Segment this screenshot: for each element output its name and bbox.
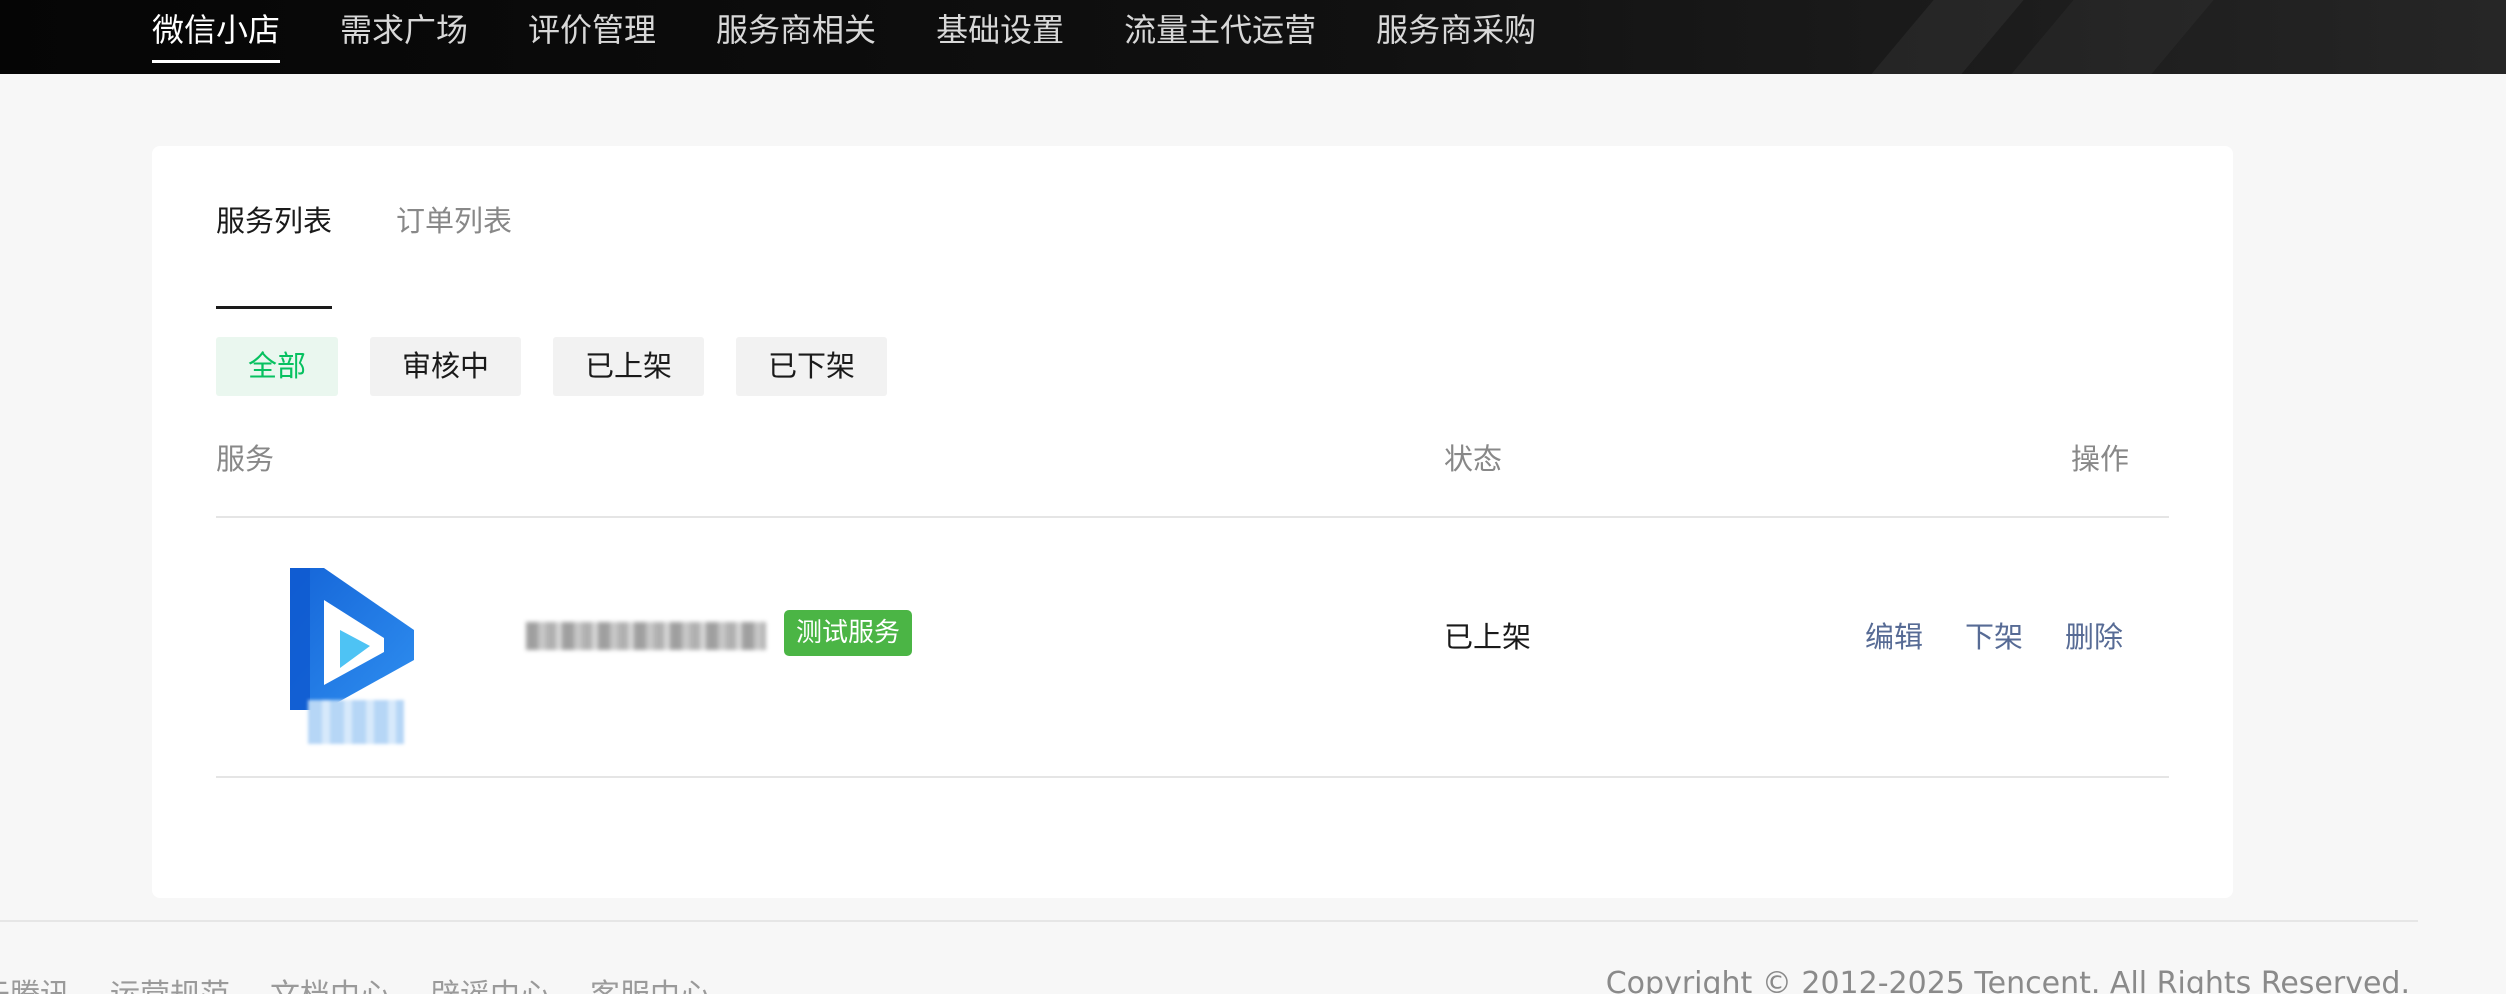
column-header-service: 服务 <box>216 442 275 476</box>
footer-link-operation-rules[interactable]: 运营规范 <box>110 970 230 994</box>
table-row: 测试服务 已上架 编辑 下架 删除 <box>216 518 2169 776</box>
delete-link[interactable]: 删除 <box>2065 614 2123 656</box>
service-logo-caption <box>308 700 404 744</box>
filter-unlisted[interactable]: 已下架 <box>736 337 888 396</box>
nav-item-provider-related[interactable]: 服务商相关 <box>716 0 876 74</box>
footer-link-rumor-center[interactable]: 辟谣中心 <box>430 970 550 994</box>
tab-order-list[interactable]: 订单列表 <box>396 198 512 258</box>
footer-link-docs[interactable]: 文档中心 <box>270 970 390 994</box>
nav-item-review-management[interactable]: 评价管理 <box>528 0 656 74</box>
footer-link-about[interactable]: 于腾讯 <box>0 970 70 994</box>
test-service-badge: 测试服务 <box>784 610 913 656</box>
tab-bar: 服务列表 订单列表 <box>216 198 576 309</box>
service-name-redacted <box>526 622 766 650</box>
service-list-card: 服务列表 订单列表 全部 审核中 已上架 已下架 服务 状态 操作 测试服务 已… <box>152 146 2233 898</box>
column-header-status: 状态 <box>1444 442 1503 476</box>
status-filter-group: 全部 审核中 已上架 已下架 <box>216 337 919 396</box>
nav-item-traffic-operation[interactable]: 流量主代运营 <box>1124 0 1316 74</box>
filter-all[interactable]: 全部 <box>216 337 339 396</box>
nav-item-provider-purchase[interactable]: 服务商采购 <box>1376 0 1536 74</box>
table-header: 服务 状态 操作 <box>216 436 2169 496</box>
filter-listed[interactable]: 已上架 <box>553 337 705 396</box>
footer-links: 于腾讯 运营规范 文档中心 辟谣中心 客服中心 <box>0 970 750 994</box>
main-nav: 微信小店 需求广场 评价管理 服务商相关 基础设置 流量主代运营 服务商采购 <box>152 0 1596 74</box>
nav-item-weixin-store[interactable]: 微信小店 <box>152 0 281 74</box>
edit-link[interactable]: 编辑 <box>1865 614 1923 656</box>
footer-link-support[interactable]: 客服中心 <box>590 970 710 994</box>
footer-divider <box>0 920 2418 922</box>
filter-under-review[interactable]: 审核中 <box>370 337 522 396</box>
copyright-text: Copyright © 2012-2025 Tencent. All Right… <box>1605 966 2410 994</box>
top-navbar: 微信小店 需求广场 评价管理 服务商相关 基础设置 流量主代运营 服务商采购 <box>0 0 2506 74</box>
table-divider <box>216 776 2169 778</box>
column-header-actions: 操作 <box>2070 442 2129 476</box>
unlist-link[interactable]: 下架 <box>1965 614 2023 656</box>
nav-item-demand-square[interactable]: 需求广场 <box>340 0 468 74</box>
nav-item-basic-settings[interactable]: 基础设置 <box>936 0 1064 74</box>
row-actions: 编辑 下架 删除 <box>1823 614 2123 656</box>
service-status: 已上架 <box>1444 620 1532 654</box>
tab-service-list[interactable]: 服务列表 <box>216 198 333 309</box>
